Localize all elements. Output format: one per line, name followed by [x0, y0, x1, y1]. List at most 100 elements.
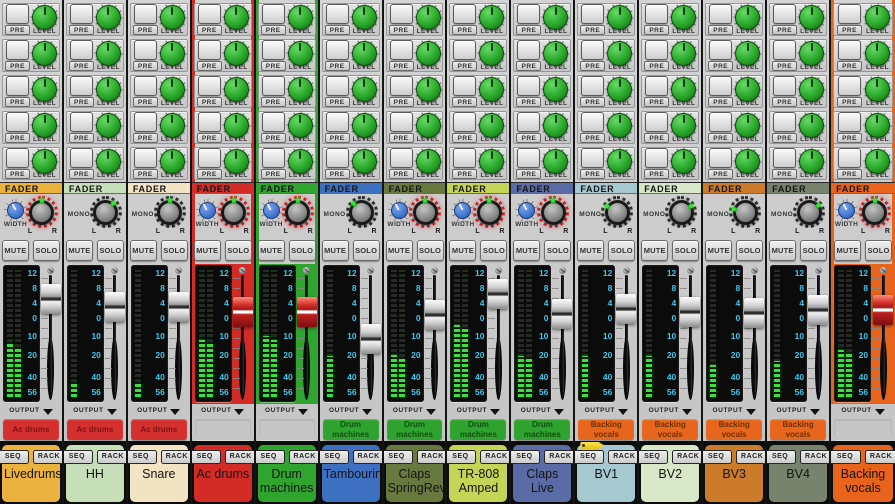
width-knob[interactable] [388, 199, 411, 222]
rack-button[interactable]: RACK [289, 450, 320, 464]
output-selector[interactable]: OUTPUT [767, 406, 829, 417]
pre-button[interactable]: PRE [197, 169, 222, 179]
solo-button[interactable]: SOLO [480, 240, 507, 261]
fader-handle[interactable] [552, 299, 572, 329]
seq-button[interactable]: SEQ [447, 450, 476, 464]
width-knob[interactable] [835, 199, 858, 222]
mute-button[interactable]: MUTE [258, 240, 285, 261]
aux-send-number-button[interactable] [709, 76, 732, 96]
pre-button[interactable]: PRE [69, 133, 94, 143]
pre-button[interactable]: PRE [516, 25, 541, 35]
rack-button[interactable]: RACK [865, 450, 895, 464]
pre-button[interactable]: PRE [580, 169, 605, 179]
fader-track[interactable] [241, 275, 244, 393]
aux-send-number-button[interactable] [517, 112, 540, 132]
aux-send-number-button[interactable] [453, 40, 476, 60]
solo-button[interactable]: SOLO [608, 240, 635, 261]
mute-button[interactable]: MUTE [322, 240, 349, 261]
seq-button[interactable]: SEQ [192, 450, 221, 464]
fader-handle[interactable] [873, 295, 893, 325]
output-selector[interactable]: OUTPUT [128, 406, 190, 417]
pre-button[interactable]: PRE [389, 169, 414, 179]
output-selector[interactable]: OUTPUT [64, 406, 126, 417]
pan-knob[interactable] [90, 196, 122, 228]
pre-button[interactable]: PRE [325, 25, 350, 35]
pan-knob[interactable] [346, 196, 378, 228]
aux-send-number-button[interactable] [390, 148, 413, 168]
aux-send-number-button[interactable] [198, 148, 221, 168]
aux-send-number-button[interactable] [326, 112, 349, 132]
pan-knob[interactable] [793, 196, 825, 228]
rack-button[interactable]: RACK [97, 450, 128, 464]
aux-send-number-button[interactable] [390, 40, 413, 60]
pre-button[interactable]: PRE [261, 169, 286, 179]
mute-button[interactable]: MUTE [386, 240, 413, 261]
aux-send-number-button[interactable] [709, 112, 732, 132]
aux-send-number-button[interactable] [645, 148, 668, 168]
fader-handle[interactable] [616, 294, 636, 324]
pre-button[interactable]: PRE [708, 169, 733, 179]
mute-button[interactable]: MUTE [705, 240, 732, 261]
aux-send-number-button[interactable] [6, 4, 29, 24]
solo-button[interactable]: SOLO [97, 240, 124, 261]
solo-button[interactable]: SOLO [33, 240, 60, 261]
fader-handle[interactable] [105, 292, 125, 322]
fader-handle[interactable] [361, 324, 381, 354]
aux-send-number-button[interactable] [581, 112, 604, 132]
aux-send-number-button[interactable] [262, 112, 285, 132]
pre-button[interactable]: PRE [133, 97, 158, 107]
pan-knob[interactable] [665, 196, 697, 228]
pre-button[interactable]: PRE [69, 169, 94, 179]
channel-name-block[interactable]: SEQ RACK TR-808 Amped [449, 445, 507, 502]
fader-track[interactable] [753, 275, 756, 393]
fader-track[interactable] [689, 275, 692, 393]
aux-send-number-button[interactable] [134, 4, 157, 24]
aux-send-number-button[interactable] [838, 148, 861, 168]
output-selector[interactable]: OUTPUT [384, 406, 446, 417]
pan-knob[interactable] [537, 196, 569, 228]
channel-name-block[interactable]: SEQ RACK Drum machines [258, 445, 316, 502]
width-knob[interactable] [515, 199, 538, 222]
fader-track[interactable] [305, 275, 308, 393]
channel-name-block[interactable]: SEQ RACK Livedrums [2, 445, 60, 502]
solo-button[interactable]: SOLO [289, 240, 316, 261]
rack-button[interactable]: RACK [225, 450, 256, 464]
pre-button[interactable]: PRE [261, 61, 286, 71]
channel-name-block[interactable]: SEQ RACK Backing vocals [833, 445, 893, 502]
mute-button[interactable]: MUTE [2, 240, 29, 261]
pre-button[interactable]: PRE [197, 133, 222, 143]
rack-button[interactable]: RACK [672, 450, 703, 464]
rack-button[interactable]: RACK [608, 450, 639, 464]
aux-send-number-button[interactable] [198, 4, 221, 24]
seq-button[interactable]: SEQ [320, 450, 349, 464]
pre-button[interactable]: PRE [133, 61, 158, 71]
aux-send-number-button[interactable] [581, 4, 604, 24]
pre-button[interactable]: PRE [133, 25, 158, 35]
pre-button[interactable]: PRE [516, 133, 541, 143]
fader-track[interactable] [817, 275, 820, 393]
fader-handle[interactable] [808, 295, 828, 325]
pre-button[interactable]: PRE [325, 61, 350, 71]
aux-send-number-button[interactable] [326, 40, 349, 60]
aux-send-number-button[interactable] [390, 76, 413, 96]
aux-send-number-button[interactable] [838, 4, 861, 24]
rack-button[interactable]: RACK [800, 450, 831, 464]
seq-button[interactable]: SEQ [575, 450, 604, 464]
channel-name-block[interactable]: SEQ RACK Claps Live [513, 445, 571, 502]
aux-send-number-button[interactable] [70, 112, 93, 132]
fader-track[interactable] [625, 275, 628, 393]
aux-send-number-button[interactable] [581, 148, 604, 168]
fader-handle[interactable] [488, 279, 508, 309]
aux-send-number-button[interactable] [390, 112, 413, 132]
fader-handle[interactable] [744, 298, 764, 328]
aux-send-number-button[interactable] [326, 148, 349, 168]
aux-send-number-button[interactable] [645, 40, 668, 60]
fader-handle[interactable] [169, 292, 189, 322]
pre-button[interactable]: PRE [389, 97, 414, 107]
pre-button[interactable]: PRE [580, 61, 605, 71]
channel-name-block[interactable]: SEQ RACK Tambourine [322, 445, 380, 502]
pan-knob[interactable] [26, 196, 58, 228]
rack-button[interactable]: RACK [161, 450, 192, 464]
pre-button[interactable]: PRE [389, 133, 414, 143]
pre-button[interactable]: PRE [5, 169, 30, 179]
